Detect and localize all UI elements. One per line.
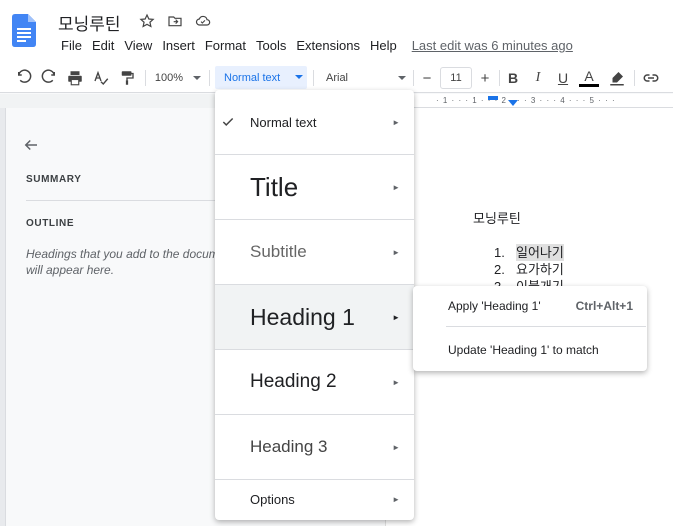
redo-icon[interactable] bbox=[39, 67, 59, 89]
increase-font-size-button[interactable]: + bbox=[475, 67, 495, 89]
menu-divider bbox=[446, 326, 646, 327]
chevron-down-icon bbox=[295, 75, 303, 79]
menu-edit[interactable]: Edit bbox=[87, 38, 119, 53]
submenu-arrow-icon: ► bbox=[392, 117, 400, 127]
font-size-input[interactable]: 11 bbox=[440, 67, 472, 89]
style-option-heading-3[interactable]: Heading 3 ► bbox=[215, 415, 414, 479]
spellcheck-icon[interactable] bbox=[90, 67, 112, 89]
style-label: Normal text bbox=[250, 114, 317, 130]
menu-file[interactable]: File bbox=[56, 38, 87, 53]
submenu-arrow-icon: ► bbox=[392, 442, 400, 452]
menu-help[interactable]: Help bbox=[365, 38, 402, 53]
style-label: Heading 2 bbox=[250, 371, 337, 392]
insert-link-icon[interactable] bbox=[640, 67, 662, 89]
list-item-text[interactable]: 일어나기 bbox=[516, 244, 564, 261]
list-item[interactable]: 1. 일어나기 bbox=[494, 244, 564, 261]
first-line-indent-marker[interactable] bbox=[488, 96, 498, 100]
chevron-down-icon bbox=[398, 76, 406, 80]
print-icon[interactable] bbox=[64, 67, 86, 89]
submenu-arrow-icon: ► bbox=[392, 494, 400, 504]
docs-logo-icon[interactable] bbox=[12, 14, 36, 47]
text-color-swatch bbox=[579, 84, 599, 87]
menu-extensions[interactable]: Extensions bbox=[291, 38, 365, 53]
document-title[interactable]: 모닝루틴 bbox=[58, 10, 121, 35]
document-heading-text[interactable]: 모닝루틴 bbox=[473, 208, 521, 227]
menu-view[interactable]: View bbox=[119, 38, 157, 53]
paint-format-icon[interactable] bbox=[116, 67, 138, 89]
style-option-heading-2[interactable]: Heading 2 ► bbox=[215, 350, 414, 414]
style-option-heading-1[interactable]: Heading 1 ► bbox=[215, 285, 414, 349]
submenu-arrow-icon: ► bbox=[392, 312, 400, 322]
document-outline-panel bbox=[6, 108, 236, 526]
toolbar-divider bbox=[145, 70, 146, 86]
last-edit-link[interactable]: Last edit was 6 minutes ago bbox=[402, 38, 578, 53]
paragraph-style-value: Normal text bbox=[224, 71, 281, 84]
update-heading-1-item[interactable]: Update 'Heading 1' to match bbox=[448, 343, 599, 357]
outline-hint-line1: Headings that you add to the docum bbox=[26, 247, 219, 261]
style-option-normal-text[interactable]: Normal text ► bbox=[215, 90, 414, 154]
apply-heading-1-shortcut: Ctrl+Alt+1 bbox=[575, 299, 633, 313]
list-number: 1. bbox=[494, 245, 505, 260]
style-label: Options bbox=[250, 491, 295, 507]
cloud-saved-icon[interactable] bbox=[194, 12, 212, 30]
toolbar-divider bbox=[209, 70, 210, 86]
outline-hint: Headings that you add to the docum will … bbox=[26, 246, 226, 278]
ruler-marks: · 1 · · · 1 · · · 2 · · · 3 · · · 4 · · … bbox=[436, 96, 616, 105]
list-item-text[interactable]: 요가하기 bbox=[516, 261, 564, 278]
heading-1-submenu: Apply 'Heading 1' Ctrl+Alt+1 Update 'Hea… bbox=[413, 286, 647, 371]
style-label: Heading 1 bbox=[250, 303, 355, 330]
italic-button[interactable]: I bbox=[528, 67, 548, 89]
text-color-button[interactable]: A bbox=[578, 67, 600, 89]
underline-button[interactable]: U bbox=[553, 67, 573, 89]
panel-divider bbox=[26, 200, 226, 201]
checkmark-icon bbox=[221, 115, 235, 129]
text-color-label: A bbox=[584, 68, 594, 84]
toolbar-divider bbox=[499, 70, 500, 86]
style-label: Subtitle bbox=[250, 242, 307, 261]
paragraph-style-menu: Normal text ► Title ► Subtitle ► Heading… bbox=[215, 90, 414, 520]
style-option-subtitle[interactable]: Subtitle ► bbox=[215, 220, 414, 284]
style-option-title[interactable]: Title ► bbox=[215, 155, 414, 219]
menu-tools[interactable]: Tools bbox=[251, 38, 291, 53]
bold-button[interactable]: B bbox=[503, 67, 523, 89]
font-select[interactable]: Arial bbox=[322, 67, 410, 89]
submenu-arrow-icon: ► bbox=[392, 377, 400, 387]
toolbar-divider bbox=[634, 70, 635, 86]
zoom-select[interactable]: 100% bbox=[152, 67, 204, 89]
title-bar: 모닝루틴 File Edit View Insert Format Tools … bbox=[0, 0, 673, 62]
style-label: Heading 3 bbox=[250, 437, 328, 456]
summary-heading: SUMMARY bbox=[26, 174, 82, 185]
decrease-font-size-button[interactable]: − bbox=[417, 67, 437, 89]
menu-insert[interactable]: Insert bbox=[157, 38, 200, 53]
toolbar-divider bbox=[413, 70, 414, 86]
paragraph-style-select[interactable]: Normal text bbox=[215, 66, 307, 89]
menu-format[interactable]: Format bbox=[200, 38, 251, 53]
style-option-options[interactable]: Options ► bbox=[215, 480, 414, 518]
move-folder-icon[interactable] bbox=[166, 12, 184, 30]
menu-bar: File Edit View Insert Format Tools Exten… bbox=[56, 38, 578, 53]
apply-heading-1-item[interactable]: Apply 'Heading 1' bbox=[448, 299, 541, 313]
submenu-arrow-icon: ► bbox=[392, 247, 400, 257]
toolbar: 100% Arial − 11 + B I U A bbox=[0, 62, 673, 93]
outline-heading: OUTLINE bbox=[26, 218, 75, 229]
list-number: 2. bbox=[494, 262, 505, 277]
list-item[interactable]: 2. 요가하기 bbox=[494, 261, 564, 278]
chevron-down-icon bbox=[193, 76, 202, 80]
undo-icon[interactable] bbox=[14, 67, 34, 89]
close-outline-arrow-icon[interactable] bbox=[22, 136, 40, 154]
style-label: Title bbox=[250, 171, 299, 202]
submenu-arrow-icon: ► bbox=[392, 182, 400, 192]
ruler-scale[interactable]: · 1 · · · 1 · · · 2 · · · 3 · · · 4 · · … bbox=[414, 94, 673, 108]
zoom-value: 100% bbox=[154, 72, 184, 84]
outline-hint-line2: will appear here. bbox=[26, 263, 115, 277]
font-name: Arial bbox=[326, 72, 349, 84]
left-indent-marker[interactable] bbox=[508, 100, 518, 106]
star-icon[interactable] bbox=[138, 12, 156, 30]
highlight-color-icon[interactable] bbox=[606, 67, 628, 89]
toolbar-divider bbox=[313, 70, 314, 86]
